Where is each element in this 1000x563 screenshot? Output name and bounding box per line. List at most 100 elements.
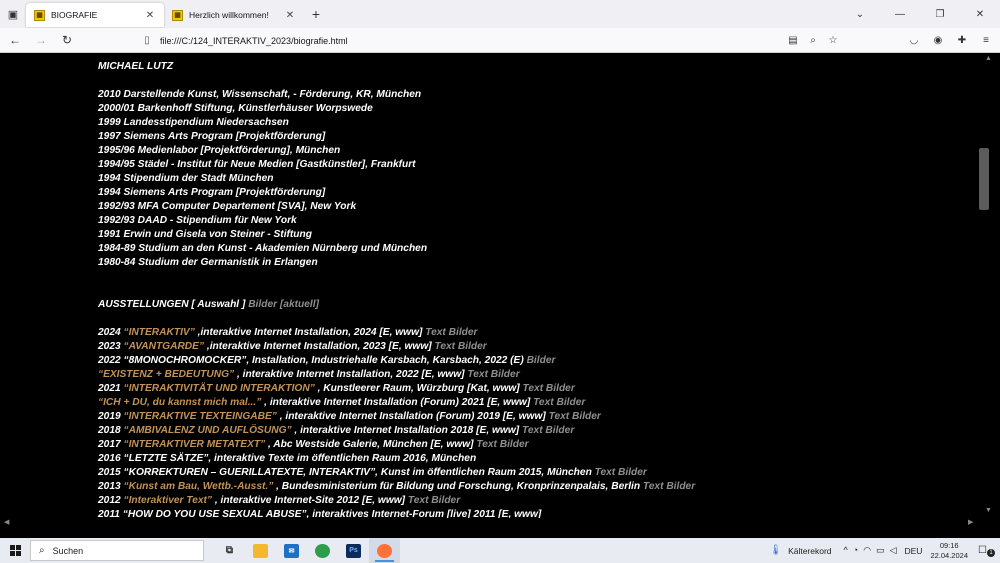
exhibition-entry: 2011 “HOW DO YOU USE SEXUAL ABUSE”, inte… [98,508,968,518]
address-bar[interactable]: ▯ file:///C:/124_INTERAKTIV_2023/biograf… [140,30,840,51]
scroll-up-icon[interactable]: ▲ [977,55,1000,62]
tray-app-icon[interactable]: ◔ [853,545,858,556]
account-icon[interactable]: ◉ [930,30,946,51]
exhibition-links[interactable]: Text Bilder [549,411,601,422]
file-explorer-button[interactable] [245,538,276,563]
exhibition-title-link[interactable]: “AVANTGARDE” [124,341,205,352]
exhibition-title-link[interactable]: “INTERAKTIV” [124,327,195,338]
navigation-toolbar: ← → ↻ ▯ file:///C:/124_INTERAKTIV_2023/b… [0,28,1000,53]
page-icon: ▯ [144,35,150,46]
exhibition-entry: 2012 “Interaktiver Text” , interaktive I… [98,494,968,508]
exhibitions-heading-link[interactable]: Bilder [aktuell] [248,299,319,310]
chevron-down-icon[interactable]: ⌄ [840,9,880,20]
page-content: MICHAEL LUTZ 2010 Darstellende Kunst, Wi… [0,53,977,518]
bio-entry: 2000/01 Barkenhoff Stiftung, Künstlerhäu… [98,103,373,114]
tab-strip: ▣ ▦ BIOGRAFIE ✕ ▦ Herzlich willkommen! ✕… [0,0,1000,28]
exhibition-year: 2016 [98,453,124,464]
star-icon[interactable]: ☆ [826,35,840,46]
horizontal-scrollbar[interactable]: ◀ ▶ [0,518,1000,530]
photoshop-button[interactable]: Ps [338,538,369,563]
exhibition-links[interactable]: Text Bilder [523,383,575,394]
close-tab-icon[interactable]: ✕ [144,10,156,21]
exhibition-links[interactable]: Text Bilder [643,481,695,492]
task-view-button[interactable]: ⧉ [214,538,245,563]
bio-entry: 1980-84 Studium der Germanistik in Erlan… [98,257,318,268]
exhibition-year: 2013 [98,481,124,492]
minimize-icon[interactable]: — [880,9,920,20]
close-window-icon[interactable]: ✕ [960,9,1000,20]
tab-list-icon[interactable]: ▣ [0,0,26,28]
exhibition-title-link[interactable]: “AMBIVALENZ UND AUFLÖSUNG” [124,425,292,436]
exhibition-entry: 2021 “INTERAKTIVITÄT UND INTERAKTION” , … [98,382,968,396]
exhibition-year: 2015 [98,467,124,478]
exhibition-links[interactable]: Text Bilder [476,439,528,450]
pocket-icon[interactable]: ◡ [906,30,922,51]
exhibition-title-link[interactable]: “Interaktiver Text” [124,495,213,506]
site-favicon-icon: ▦ [172,9,183,21]
weather-widget[interactable]: 🌡 Kälterekord [769,545,831,556]
menu-icon[interactable]: ≡ [978,30,994,51]
windows-logo-icon [9,545,21,556]
biography-page: MICHAEL LUTZ 2010 Darstellende Kunst, Wi… [98,60,968,518]
exhibitions-heading: AUSSTELLUNGEN [ Auswahl ] Bilder [aktuel… [98,298,968,312]
artist-name: MICHAEL LUTZ [98,61,174,72]
bio-entry: 1994 Siemens Arts Program [Projektförder… [98,187,326,198]
volume-icon[interactable]: ◁ [890,545,897,556]
exhibition-entry: “ICH + DU, du kannst mich mal...” , inte… [98,396,968,410]
clock-time: 09:16 [939,540,959,550]
url-text[interactable]: file:///C:/124_INTERAKTIV_2023/biografie… [160,36,348,46]
exhibition-entry: 2023 “AVANTGARDE” ,interaktive Internet … [98,340,968,354]
exhibition-title-link[interactable]: “INTERAKTIVITÄT UND INTERAKTION” [124,383,315,394]
vertical-scrollbar[interactable]: ▲ ▼ [977,53,1000,518]
exhibition-links[interactable]: Text Bilder [522,425,574,436]
bio-entry: 1995/96 Medienlabor [Projektförderung], … [98,145,341,156]
url-actions: ▤ ⌕ ☆ [786,35,840,46]
firefox-icon [377,543,392,558]
exhibition-links[interactable]: Text Bilder [533,397,585,408]
tab-biografie[interactable]: ▦ BIOGRAFIE ✕ [26,3,164,27]
wifi-icon[interactable]: ◠ [863,545,871,556]
scroll-down-icon[interactable]: ▼ [977,507,1000,514]
exhibition-description: , interaktive Internet Installation (For… [276,411,549,422]
restore-icon[interactable]: ❐ [920,9,960,20]
exhibition-links[interactable]: Text Bilder [595,467,647,478]
tab-herzlich-willkommen[interactable]: ▦ Herzlich willkommen! ✕ [164,3,304,27]
extensions-icon[interactable]: ✚ [954,30,970,51]
mail-button[interactable]: ✉ [276,538,307,563]
tab-title: Herzlich willkommen! [189,10,269,20]
exhibition-links[interactable]: Text Bilder [467,369,519,380]
exhibition-title-link[interactable]: “Kunst am Bau, Wettb.-Ausst.” [124,481,274,492]
bio-entry: 1994/95 Städel - Institut für Neue Medie… [98,159,416,170]
reload-icon[interactable]: ↻ [56,29,78,51]
exhibition-title-link[interactable]: “EXISTENZ + BEDEUTUNG” [98,369,234,380]
exhibition-entry: 2013 “Kunst am Bau, Wettb.-Ausst.” , Bun… [98,480,968,494]
exhibition-links[interactable]: Text Bilder [425,327,477,338]
clock[interactable]: 09:16 22.04.2024 [930,541,968,561]
back-arrow-icon[interactable]: ← [4,29,26,51]
reader-view-icon[interactable]: ▤ [786,35,800,46]
firefox-button[interactable] [369,538,400,563]
exhibition-title-link[interactable]: “INTERAKTIVE TEXTEINGABE” [124,411,277,422]
start-button[interactable] [0,545,30,556]
scroll-right-icon[interactable]: ▶ [968,518,973,526]
exhibition-title-link[interactable]: “ICH + DU, du kannst mich mal...” [98,397,261,408]
chevron-up-icon[interactable]: ^ [844,545,848,556]
language-indicator[interactable]: DEU [905,546,923,556]
exhibition-links[interactable]: Bilder [527,355,556,366]
scrollbar-thumb[interactable] [979,148,989,210]
new-tab-plus-icon[interactable]: + [304,6,328,22]
exhibition-links[interactable]: Text Bilder [434,341,486,352]
scroll-left-icon[interactable]: ◀ [4,518,9,526]
magnifier-icon[interactable]: ⌕ [806,35,820,46]
bio-entry: 1984-89 Studium an den Kunst - Akademien… [98,243,428,254]
close-tab-icon[interactable]: ✕ [284,10,296,21]
notification-icon[interactable]: ☐ 1 [978,545,995,557]
battery-icon[interactable]: ▭ [876,545,885,556]
forward-arrow-icon[interactable]: → [30,29,52,51]
exhibition-title-link[interactable]: “INTERAKTIVER METATEXT” [124,439,266,450]
taskbar-search[interactable]: ⌕ Suchen [30,540,204,561]
green-app-button[interactable] [307,538,338,563]
exhibition-description: “HOW DO YOU USE SEXUAL ABUSE”, interakti… [122,509,542,518]
bio-entry: 1999 Landesstipendium Niedersachsen [98,117,289,128]
exhibition-links[interactable]: Text Bilder [408,495,460,506]
